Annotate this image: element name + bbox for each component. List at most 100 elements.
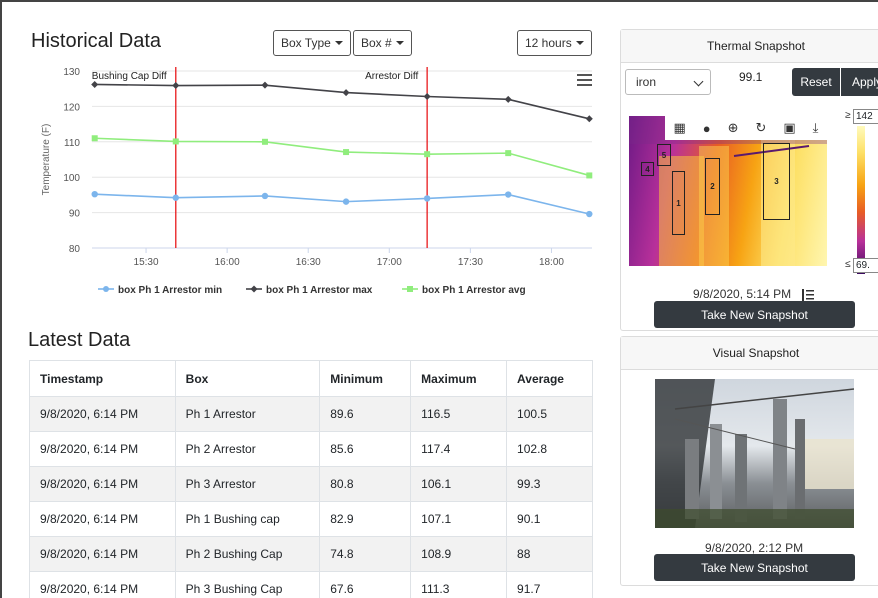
table-cell: 102.8	[506, 431, 593, 467]
annotation-label: Bushing Cap Diff	[92, 71, 167, 82]
table-cell: 99.3	[506, 466, 593, 502]
thermal-card-title: Thermal Snapshot	[621, 30, 878, 63]
legend-marker	[103, 286, 109, 292]
table-cell: 89.6	[319, 396, 412, 432]
color-scale-bar	[857, 126, 865, 274]
table-row: 9/8/2020, 6:14 PM Ph 1 Bushing cap 82.9 107…	[29, 501, 593, 537]
legend-entry[interactable]: box Ph 1 Arrestor avg	[422, 285, 526, 296]
table-row: 9/8/2020, 6:14 PM Ph 2 Arrestor 85.6 117.4 1…	[29, 431, 593, 467]
max-sign: ≥	[845, 110, 851, 121]
table-header-row: Timestamp Box Minimum Maximum Average	[29, 360, 593, 397]
box-label-5[interactable]: 5	[657, 144, 671, 166]
take-visual-snapshot-button[interactable]: Take New Snapshot	[654, 554, 855, 581]
column-header: Maximum	[410, 360, 508, 397]
data-point	[172, 138, 179, 145]
table-cell: 9/8/2020, 6:14 PM	[29, 466, 176, 502]
y-tick-label: 90	[69, 209, 81, 220]
thermal-snapshot-card: Thermal Snapshot iron 99.1 Reset Apply 1…	[620, 29, 878, 331]
x-tick-label: 15:30	[134, 257, 159, 268]
y-tick-label: 100	[63, 173, 80, 184]
data-point	[586, 172, 593, 179]
table-cell: Ph 3 Bushing Cap	[174, 571, 321, 598]
data-point	[504, 95, 512, 103]
photo-contents	[655, 379, 854, 528]
image-toolbar: ▦ ● ⊕ ↻ ▣ ⤓	[665, 116, 827, 140]
take-thermal-snapshot-button[interactable]: Take New Snapshot	[654, 301, 855, 328]
box-label-1[interactable]: 1	[672, 171, 685, 235]
data-point	[423, 195, 431, 202]
table-cell: 107.1	[410, 501, 508, 537]
rotate-icon[interactable]: ↻	[756, 120, 767, 136]
thermal-temp-value: 99.1	[739, 70, 763, 84]
table-cell: 116.5	[410, 396, 508, 432]
series-line	[94, 137, 590, 177]
table-cell: 82.9	[319, 501, 412, 537]
table-cell: 91.7	[506, 571, 593, 598]
data-point	[91, 190, 98, 198]
table-cell: Ph 2 Bushing Cap	[174, 536, 321, 572]
visual-snapshot-date: 9/8/2020, 2:12 PM	[705, 541, 804, 555]
series-line	[94, 193, 590, 215]
data-point	[261, 138, 268, 145]
table-cell: 108.9	[410, 536, 508, 572]
box-type-dropdown[interactable]: Box Type	[273, 30, 351, 56]
table-row: 9/8/2020, 6:14 PM Ph 3 Arrestor 80.8 106.1 9…	[29, 466, 593, 502]
scale-max-input[interactable]: 142	[853, 109, 878, 124]
data-point	[585, 115, 593, 123]
table-cell: 9/8/2020, 6:14 PM	[29, 431, 176, 467]
latest-title: Latest Data	[28, 329, 131, 351]
latest-data-table: Timestamp Box Minimum Maximum Average 9/…	[29, 360, 593, 598]
table-cell: 9/8/2020, 6:14 PM	[29, 571, 176, 598]
legend-entry[interactable]: box Ph 1 Arrestor max	[266, 285, 373, 296]
box-label-4[interactable]: 4	[641, 162, 654, 176]
scale-min-input[interactable]: 69.	[853, 258, 878, 273]
table-cell: Ph 1 Arrestor	[174, 396, 321, 432]
chart-menu-icon[interactable]	[577, 74, 592, 86]
min-sign: ≤	[845, 259, 851, 270]
table-cell: Ph 3 Arrestor	[174, 466, 321, 502]
legend-marker	[250, 285, 258, 293]
box-number-dropdown[interactable]: Box #	[353, 30, 412, 56]
list-icon[interactable]	[802, 289, 814, 301]
time-range-dropdown[interactable]: 12 hours	[517, 30, 592, 56]
download-icon[interactable]: ⤓	[813, 120, 819, 136]
image-icon[interactable]: ▣	[783, 120, 795, 136]
table-body: 9/8/2020, 6:14 PM Ph 1 Arrestor 89.6 116.5 1…	[29, 396, 593, 598]
app-frame: Historical Data Box Type Box # 12 hours …	[0, 0, 878, 598]
table-row: 9/8/2020, 6:14 PM Ph 1 Arrestor 89.6 116.5 1…	[29, 396, 593, 432]
zoom-in-icon[interactable]: ⊕	[728, 120, 739, 136]
column-header: Box	[174, 360, 321, 397]
table-cell: Ph 1 Bushing cap	[174, 501, 321, 537]
palette-drop-icon[interactable]: ●	[703, 121, 711, 136]
x-tick-label: 17:30	[458, 257, 483, 268]
caret-down-icon	[334, 41, 343, 45]
palette-select[interactable]: iron	[625, 69, 711, 95]
table-cell: 80.8	[319, 466, 412, 502]
apply-button[interactable]: Apply	[841, 68, 878, 96]
table-cell: Ph 2 Arrestor	[174, 431, 321, 467]
data-point	[261, 81, 269, 89]
x-tick-label: 17:00	[377, 257, 402, 268]
data-point	[586, 210, 593, 218]
y-tick-label: 110	[64, 138, 80, 149]
palette-value: iron	[636, 75, 657, 89]
data-point	[91, 135, 98, 142]
y-tick-label: 80	[69, 244, 81, 255]
y-tick-label: 130	[63, 67, 80, 78]
legend-entry[interactable]: box Ph 1 Arrestor min	[118, 285, 222, 296]
box-label-3[interactable]: 3	[763, 143, 790, 220]
x-tick-label: 18:00	[539, 257, 564, 268]
visual-card-title: Visual Snapshot	[621, 337, 878, 370]
chevron-down-icon	[693, 76, 704, 87]
data-point	[343, 149, 350, 156]
column-header: Average	[506, 360, 593, 397]
table-cell: 9/8/2020, 6:14 PM	[29, 501, 176, 537]
y-axis-label: Temperature (F)	[41, 124, 52, 196]
table-cell: 88	[506, 536, 593, 572]
reset-button[interactable]: Reset	[792, 68, 840, 96]
annotation-label: Arrestor Diff	[365, 71, 418, 82]
box-label-2[interactable]: 2	[705, 158, 720, 215]
grid-icon[interactable]: ▦	[673, 120, 685, 136]
data-point	[424, 151, 431, 158]
x-tick-label: 16:00	[215, 257, 240, 268]
